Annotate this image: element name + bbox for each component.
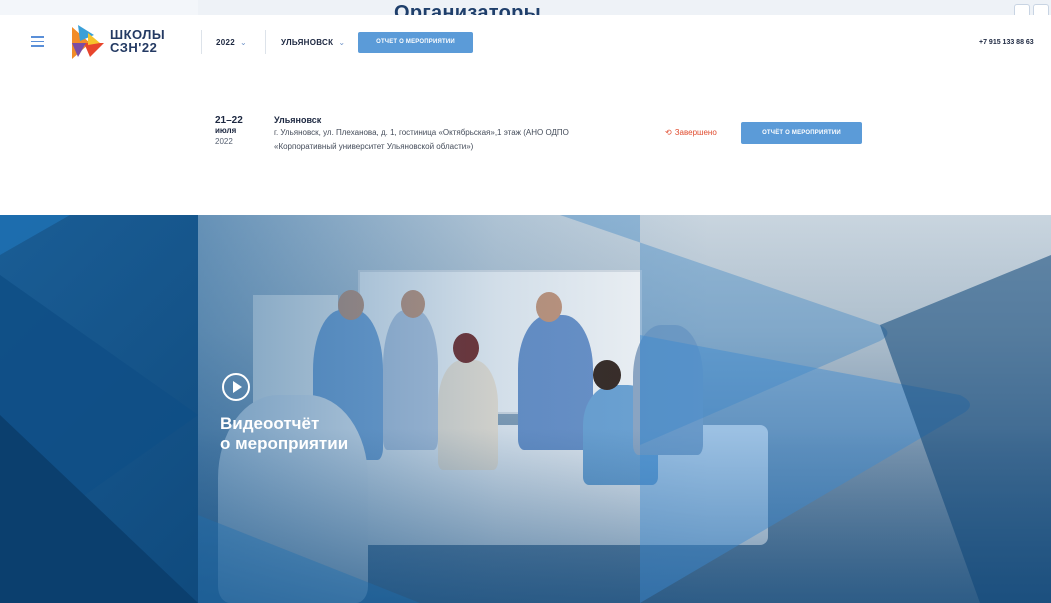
year-dropdown[interactable]: 2022 ⌄ (216, 38, 247, 47)
hamburger-menu-icon[interactable] (31, 36, 44, 47)
background-section-title: Организаторы (394, 2, 542, 15)
play-icon[interactable] (222, 373, 250, 401)
chevron-down-icon: ⌄ (240, 38, 248, 47)
decorative-arrow-shapes (198, 215, 1051, 603)
year-dropdown-value: 2022 (216, 38, 235, 47)
site-header: ШКОЛЫ СЗН'22 2022 ⌄ УЛЬЯНОВСК ⌄ ОТЧЕТ О МЕ… (0, 15, 1051, 69)
city-dropdown-value: УЛЬЯНОВСК (281, 38, 334, 47)
chevron-down-icon: ⌄ (338, 38, 346, 47)
video-report-section[interactable] (0, 215, 1051, 603)
header-divider (265, 30, 266, 54)
event-address: г. Ульяновск, ул. Плеханова, д. 1, гости… (274, 126, 654, 154)
event-card: 21–22 июля 2022 Ульяновск г. Ульяновск, … (0, 69, 1051, 215)
event-address-line-1: г. Ульяновск, ул. Плеханова, д. 1, гости… (274, 128, 569, 137)
event-status-label: Завершено (674, 128, 717, 137)
history-clock-icon: ⟲ (665, 128, 672, 137)
logo-line-2: СЗН'22 (110, 40, 158, 55)
phone-link[interactable]: +7 915 133 88 63 (979, 39, 1034, 46)
logo-icon[interactable] (70, 23, 110, 63)
video-report-title[interactable]: Видеоотчёт о мероприятии (220, 414, 348, 454)
event-days: 21–22 (215, 115, 243, 126)
header-report-button[interactable]: ОТЧЕТ О МЕРОПРИЯТИИ (358, 32, 473, 53)
city-dropdown[interactable]: УЛЬЯНОВСК ⌄ (281, 38, 345, 47)
background-page-strip: Организаторы (0, 0, 1051, 15)
carousel-next-button[interactable] (1033, 4, 1049, 15)
event-address-line-2: «Корпоративный университет Ульяновской о… (274, 142, 474, 151)
event-report-button[interactable]: ОТЧЁТ О МЕРОПРИЯТИИ (741, 122, 862, 144)
video-title-line-2: о мероприятии (220, 434, 349, 453)
carousel-prev-button[interactable] (1014, 4, 1030, 15)
logo-text[interactable]: ШКОЛЫ СЗН'22 (110, 28, 165, 54)
video-title-line-1: Видеоотчёт (220, 414, 320, 433)
header-divider (201, 30, 202, 54)
event-month: июля (215, 126, 237, 135)
event-status: ⟲ Завершено (665, 128, 717, 137)
event-year: 2022 (215, 137, 233, 146)
event-city: Ульяновск (274, 115, 322, 125)
background-left-column (0, 0, 198, 15)
